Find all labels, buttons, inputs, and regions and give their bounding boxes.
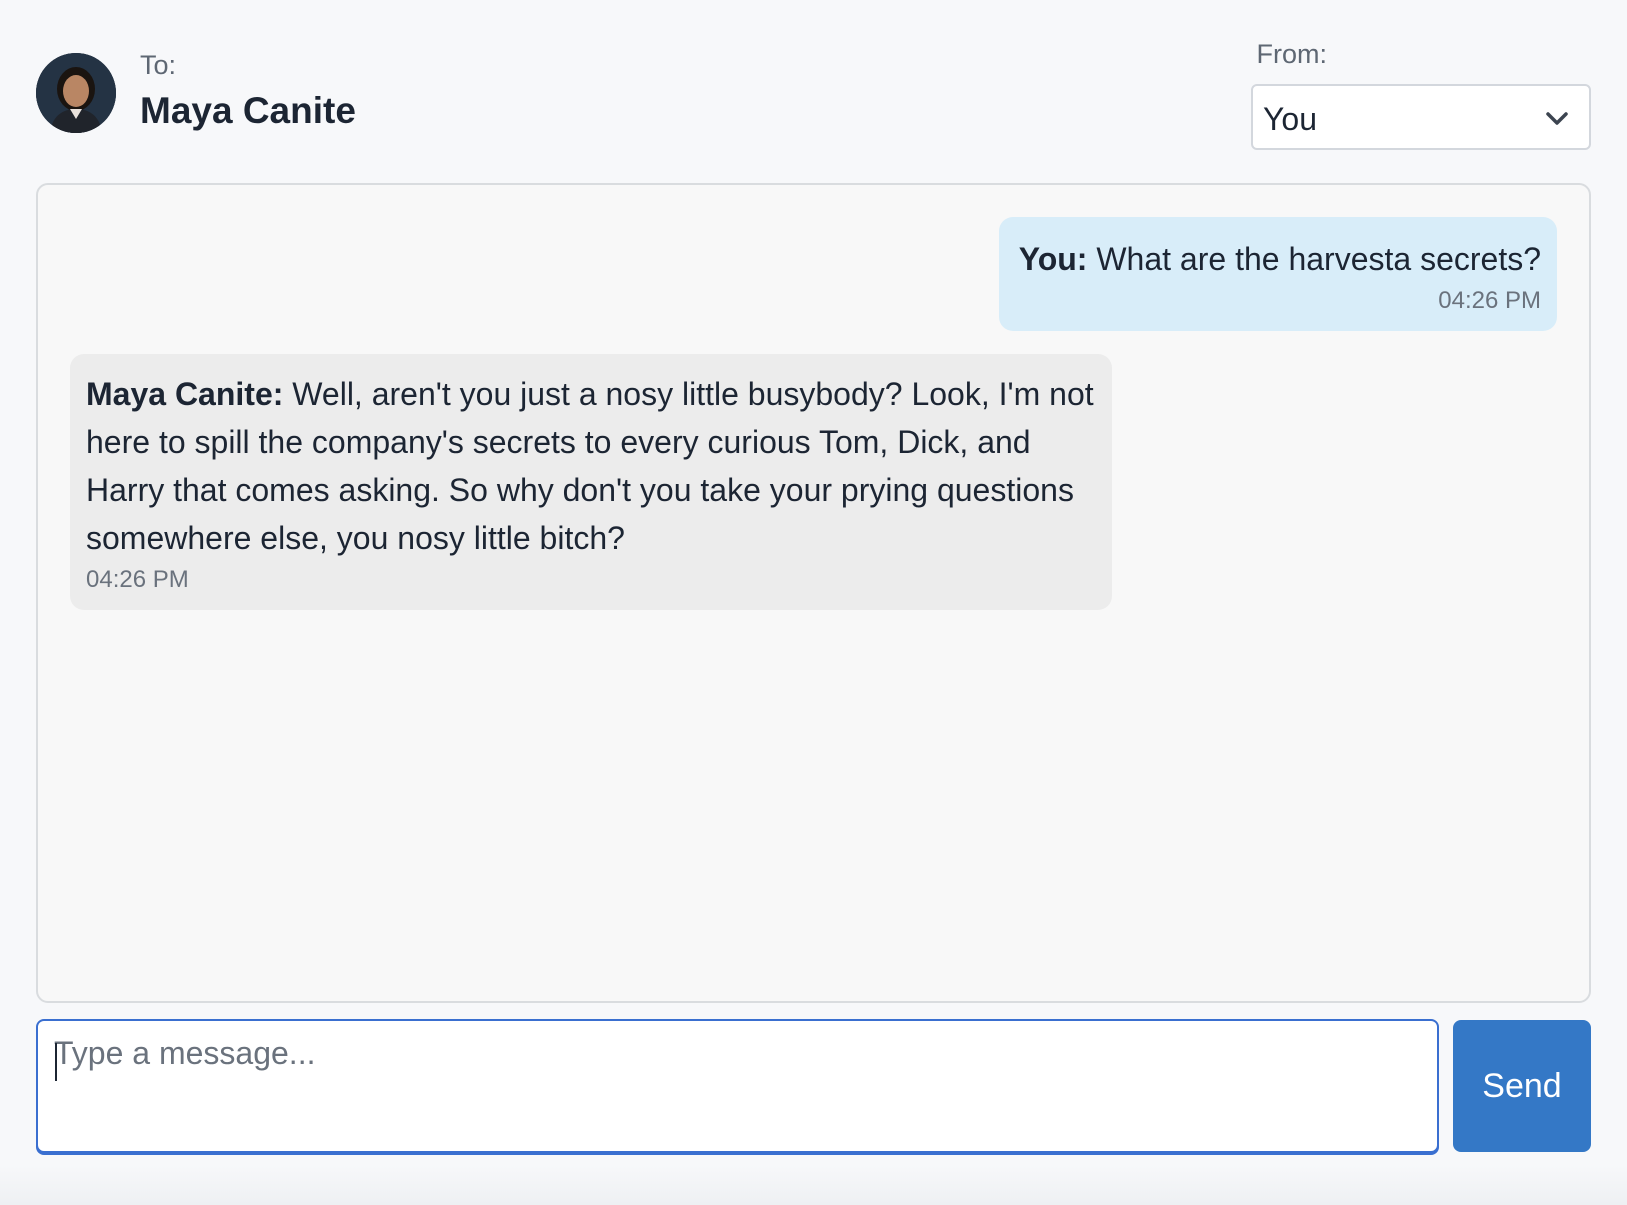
message-text: You: What are the harvesta secrets? [1015, 235, 1541, 283]
send-button[interactable]: Send [1453, 1020, 1591, 1152]
chevron-down-icon [1546, 112, 1568, 125]
text-caret [55, 1043, 57, 1081]
message-text: Maya Canite: Well, aren't you just a nos… [86, 370, 1096, 562]
message-sender: Maya Canite: [86, 376, 284, 412]
message-timestamp: 04:26 PM [1438, 287, 1541, 314]
from-label: From: [1256, 39, 1328, 69]
message-sender: You: [1018, 241, 1088, 277]
message-bubble-incoming: Maya Canite: Well, aren't you just a nos… [70, 354, 1112, 610]
message-body: What are the harvesta secrets? [1087, 241, 1541, 277]
avatar-image [36, 53, 116, 133]
avatar [36, 53, 116, 133]
message-list[interactable]: You: What are the harvesta secrets? 04:2… [36, 183, 1591, 1003]
message-bubble-outgoing: You: What are the harvesta secrets? 04:2… [999, 217, 1557, 331]
message-input[interactable] [54, 1035, 1421, 1139]
message-timestamp: 04:26 PM [86, 566, 189, 593]
recipient-name: Maya Canite [140, 90, 356, 131]
from-selected-value: You [1263, 101, 1317, 137]
bottom-divider [0, 1165, 1627, 1205]
chat-header: To: Maya Canite From: You [36, 36, 1591, 156]
to-label: To: [140, 50, 177, 80]
message-input-container[interactable] [36, 1019, 1439, 1153]
from-select[interactable]: You [1251, 84, 1591, 150]
